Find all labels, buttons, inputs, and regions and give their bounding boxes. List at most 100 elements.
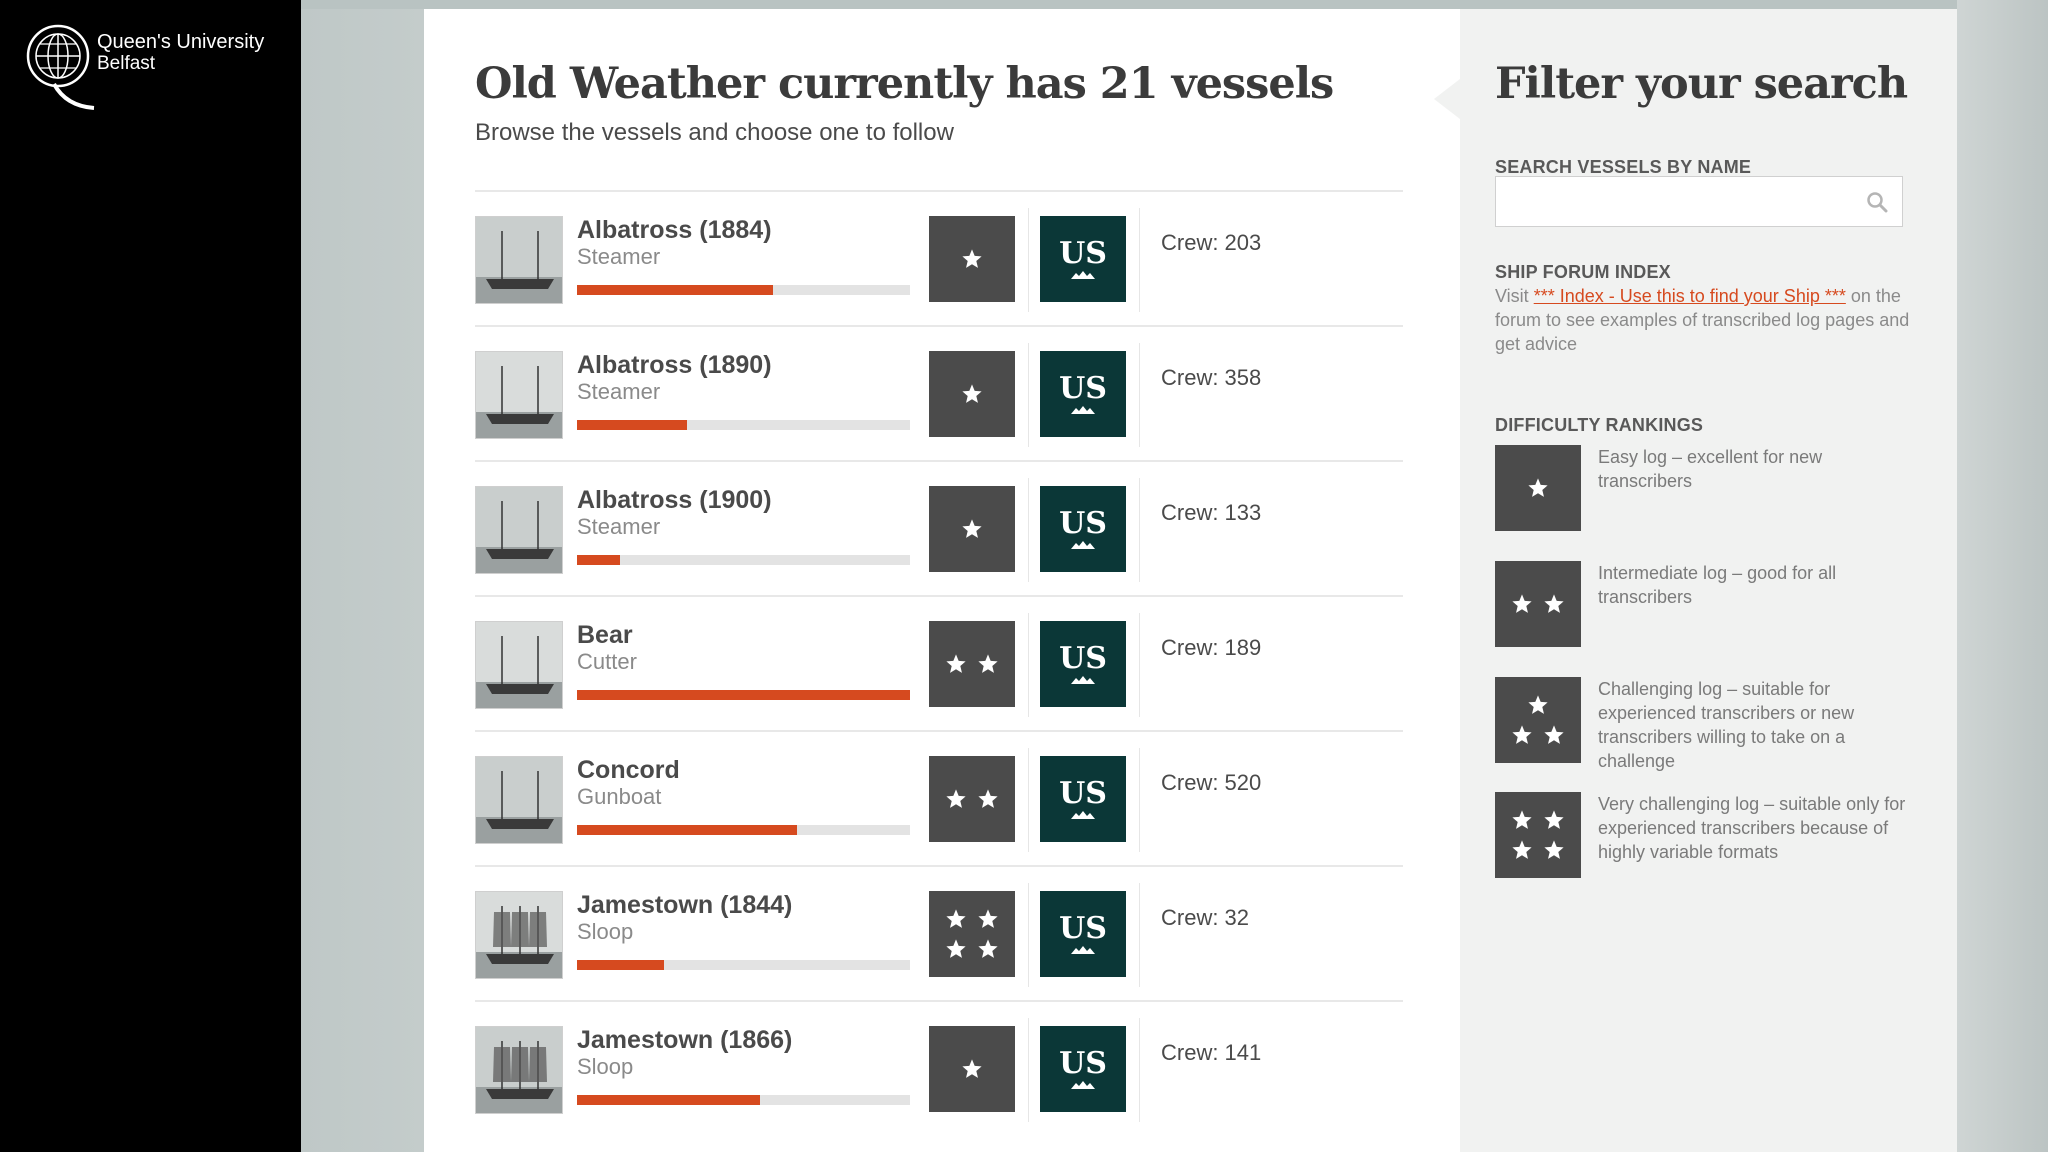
search-icon[interactable] xyxy=(1866,191,1888,213)
star-icon xyxy=(946,909,966,928)
nationality-label: US xyxy=(1059,776,1107,811)
vessel-type: Steamer xyxy=(577,244,661,269)
difficulty-rank-text: Intermediate log – good for all transcri… xyxy=(1598,563,1837,607)
vessel-list: Albatross (1884) Steamer US Crew: 203 Albatr… xyxy=(475,190,1403,1135)
vessel-progress-bar xyxy=(577,285,910,295)
divider xyxy=(1139,748,1140,852)
difficulty-badge xyxy=(929,1026,1015,1112)
us-flag-icon xyxy=(1071,1081,1095,1089)
university-logo[interactable]: Queen's University Belfast xyxy=(26,24,276,114)
us-flag-icon xyxy=(1071,271,1095,279)
nationality-label: US xyxy=(1059,911,1107,946)
logo-name: Queen's University xyxy=(97,31,265,53)
star-icon xyxy=(1528,478,1548,497)
vessel-name[interactable]: Albatross (1884) xyxy=(577,216,772,245)
vessel-progress-fill xyxy=(577,825,797,835)
difficulty-badge xyxy=(929,756,1015,842)
difficulty-rank-badge xyxy=(1495,792,1581,878)
vessel-thumbnail[interactable] xyxy=(475,1026,563,1114)
search-input[interactable] xyxy=(1496,177,1856,226)
background-right xyxy=(1957,0,2048,1152)
vessel-row[interactable]: Concord Gunboat US Crew: 520 xyxy=(475,730,1403,865)
vessel-type: Cutter xyxy=(577,649,637,674)
vessel-row[interactable]: Albatross (1890) Steamer US Crew: 358 xyxy=(475,325,1403,460)
vessel-name[interactable]: Concord xyxy=(577,756,680,785)
star-icon xyxy=(1512,840,1532,859)
nationality-badge: US xyxy=(1040,351,1126,437)
forum-prefix: Visit xyxy=(1495,286,1534,306)
search-box[interactable] xyxy=(1495,176,1903,227)
vessel-thumbnail[interactable] xyxy=(475,756,563,844)
divider xyxy=(1139,478,1140,582)
star-icon xyxy=(978,909,998,928)
filter-sidebar: Filter your search SEARCH VESSELS BY NAM… xyxy=(1434,9,1957,1152)
forum-index-link[interactable]: *** Index - Use this to find your Ship *… xyxy=(1534,286,1846,306)
divider xyxy=(1028,478,1029,582)
vessel-row[interactable]: Jamestown (1844) Sloop US Crew: 32 xyxy=(475,865,1403,1000)
nationality-badge: US xyxy=(1040,621,1126,707)
crew-count: Crew: 32 xyxy=(1161,905,1250,930)
difficulty-badge xyxy=(929,486,1015,572)
divider xyxy=(1139,343,1140,447)
divider xyxy=(1139,883,1140,987)
vessel-type: Steamer xyxy=(577,514,661,539)
nationality-badge: US xyxy=(1040,486,1126,572)
left-strip: Queen's University Belfast xyxy=(0,0,301,1152)
vessel-progress-fill xyxy=(577,960,664,970)
vessel-thumbnail[interactable] xyxy=(475,621,563,709)
forum-heading: SHIP FORUM INDEX xyxy=(1495,262,1671,282)
vessel-progress-fill xyxy=(577,1095,761,1105)
difficulty-badge xyxy=(929,891,1015,977)
crew-count: Crew: 189 xyxy=(1161,635,1262,660)
vessel-progress-bar xyxy=(577,420,910,430)
star-icon xyxy=(1512,810,1532,829)
vessel-thumbnail[interactable] xyxy=(475,351,563,439)
us-flag-icon xyxy=(1071,676,1095,684)
divider xyxy=(1028,613,1029,717)
vessel-thumbnail[interactable] xyxy=(475,486,563,574)
difficulty-rank-badge xyxy=(1495,561,1581,647)
star-icon xyxy=(962,1059,982,1078)
nationality-label: US xyxy=(1059,371,1107,406)
star-icon xyxy=(978,939,998,958)
page-title: Old Weather currently has 21 vessels xyxy=(475,59,1334,109)
star-icon xyxy=(962,384,982,403)
divider xyxy=(1028,748,1029,852)
vessel-thumbnail[interactable] xyxy=(475,891,563,979)
vessel-row[interactable]: Albatross (1900) Steamer US Crew: 133 xyxy=(475,460,1403,595)
vessel-progress-bar xyxy=(577,690,910,700)
difficulty-rank-text: Challenging log – suitable for experienc… xyxy=(1598,679,1855,771)
divider xyxy=(1028,208,1029,312)
nationality-badge: US xyxy=(1040,216,1126,302)
sidebar-pointer xyxy=(1434,79,1460,119)
divider xyxy=(1139,208,1140,312)
nationality-label: US xyxy=(1059,236,1107,271)
vessel-list-panel: Old Weather currently has 21 vessels Bro… xyxy=(424,9,1460,1152)
vessel-name[interactable]: Bear xyxy=(577,621,633,650)
vessel-row[interactable]: Bear Cutter US Crew: 189 xyxy=(475,595,1403,730)
star-icon xyxy=(1512,594,1532,613)
vessel-row[interactable]: Albatross (1884) Steamer US Crew: 203 xyxy=(475,190,1403,325)
vessel-progress-fill xyxy=(577,420,687,430)
vessel-type: Gunboat xyxy=(577,784,662,809)
vessel-thumbnail[interactable] xyxy=(475,216,563,304)
vessel-name[interactable]: Albatross (1890) xyxy=(577,351,772,380)
vessel-type: Sloop xyxy=(577,919,634,944)
vessel-name[interactable]: Jamestown (1844) xyxy=(577,891,792,920)
vessel-name[interactable]: Jamestown (1866) xyxy=(577,1026,792,1055)
difficulty-rank-badge xyxy=(1495,677,1581,763)
nationality-label: US xyxy=(1059,506,1107,541)
vessel-row[interactable]: Jamestown (1866) Sloop US Crew: 141 xyxy=(475,1000,1403,1135)
crew-count: Crew: 358 xyxy=(1161,365,1262,390)
star-icon xyxy=(1512,725,1532,744)
page-subtitle: Browse the vessels and choose one to fol… xyxy=(475,119,954,146)
logo-sub: Belfast xyxy=(97,53,156,74)
difficulty-heading: DIFFICULTY RANKINGS xyxy=(1495,415,1704,435)
divider xyxy=(1139,613,1140,717)
difficulty-badge xyxy=(929,351,1015,437)
filter-title: Filter your search xyxy=(1495,59,1908,109)
divider xyxy=(1028,1018,1029,1122)
vessel-name[interactable]: Albatross (1900) xyxy=(577,486,772,515)
difficulty-rank-text: Easy log – excellent for new transcriber… xyxy=(1598,447,1823,491)
crew-count: Crew: 141 xyxy=(1161,1040,1262,1065)
